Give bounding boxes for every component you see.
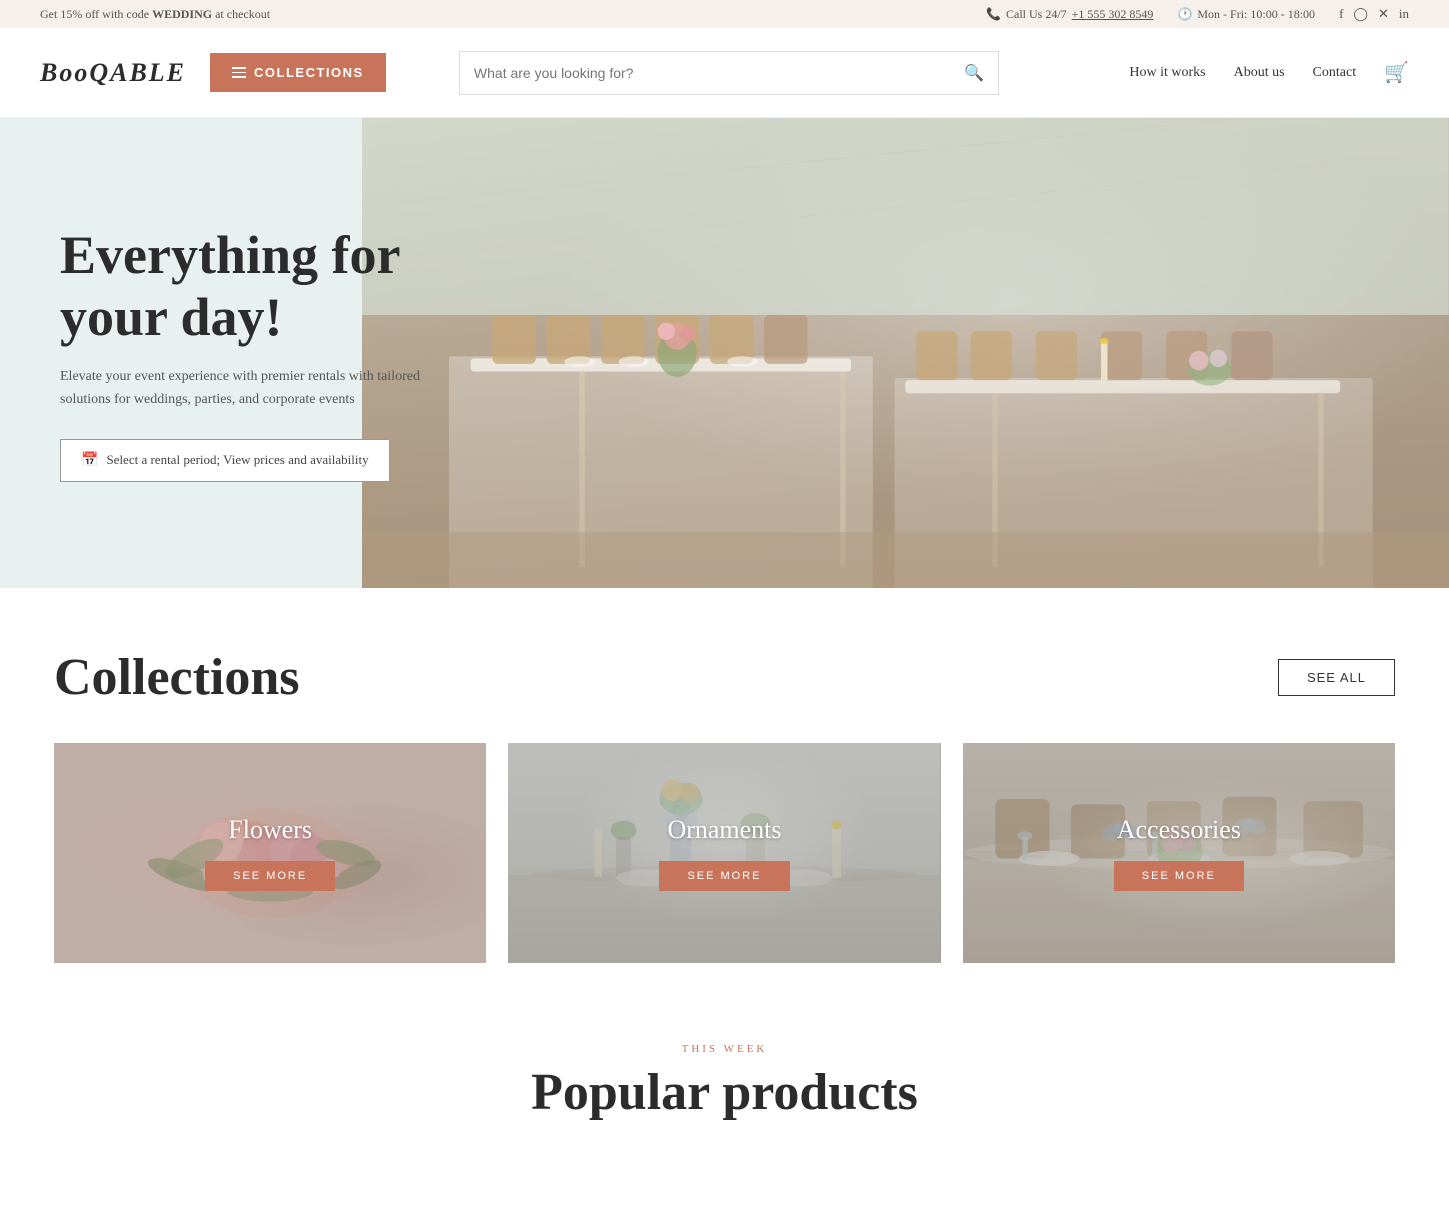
nav-contact[interactable]: Contact	[1313, 65, 1357, 81]
collection-card-ornaments[interactable]: Ornaments SEE MORE	[508, 743, 940, 963]
hero-subtitle: Elevate your event experience with premi…	[60, 366, 420, 411]
collections-section: Collections SEE ALL	[0, 588, 1449, 1003]
hero-scene-svg	[362, 118, 1449, 588]
cart-icon[interactable]: 🛒	[1384, 60, 1409, 85]
hero-cta-button[interactable]: 📅 Select a rental period; View prices an…	[60, 439, 390, 482]
collections-title: Collections	[54, 648, 300, 707]
search-icon: 🔍	[964, 65, 984, 82]
collection-card-flowers[interactable]: Flowers SEE MORE	[54, 743, 486, 963]
this-week-section: THIS WEEK Popular products	[0, 1003, 1449, 1142]
card-ornaments-overlay: Ornaments SEE MORE	[508, 743, 940, 963]
burger-icon	[232, 67, 246, 78]
search-input[interactable]	[474, 65, 964, 81]
hero-section: Everything for your day! Elevate your ev…	[0, 118, 1449, 588]
top-bar-right: 📞 Call Us 24/7 +1 555 302 8549 🕐 Mon - F…	[986, 6, 1409, 22]
hours-info: 🕐 Mon - Fri: 10:00 - 18:00	[1177, 7, 1315, 22]
card-flowers-name: Flowers	[228, 815, 312, 845]
card-accessories-name: Accessories	[1117, 815, 1241, 845]
phone-info: 📞 Call Us 24/7 +1 555 302 8549	[986, 7, 1153, 22]
logo[interactable]: BooQABLE	[40, 58, 186, 88]
search-button[interactable]: 🔍	[964, 63, 984, 83]
linkedin-icon[interactable]: in	[1399, 6, 1409, 22]
this-week-title: Popular products	[54, 1063, 1395, 1122]
nav-how-it-works[interactable]: How it works	[1129, 65, 1205, 81]
facebook-icon[interactable]: f	[1339, 6, 1343, 22]
collection-card-accessories[interactable]: Accessories SEE MORE	[963, 743, 1395, 963]
hero-content: Everything for your day! Elevate your ev…	[0, 224, 480, 482]
clock-icon: 🕐	[1177, 7, 1192, 22]
instagram-icon[interactable]: ◯	[1353, 6, 1368, 22]
card-ornaments-see-more[interactable]: SEE MORE	[659, 861, 789, 891]
see-all-button[interactable]: SEE ALL	[1278, 659, 1395, 696]
hero-title: Everything for your day!	[60, 224, 420, 348]
phone-icon: 📞	[986, 7, 1001, 22]
card-ornaments-name: Ornaments	[667, 815, 781, 845]
collection-cards: Flowers SEE MORE	[54, 743, 1395, 963]
this-week-label: THIS WEEK	[54, 1043, 1395, 1055]
header: BooQABLE COLLECTIONS 🔍 How it works Abou…	[0, 28, 1449, 118]
card-flowers-overlay: Flowers SEE MORE	[54, 743, 486, 963]
nav-about-us[interactable]: About us	[1234, 65, 1285, 81]
promo-text: Get 15% off with code WEDDING at checkou…	[40, 7, 270, 22]
x-icon[interactable]: ✕	[1378, 6, 1389, 22]
card-flowers-see-more[interactable]: SEE MORE	[205, 861, 335, 891]
collections-button[interactable]: COLLECTIONS	[210, 53, 386, 92]
phone-number[interactable]: +1 555 302 8549	[1072, 7, 1154, 22]
nav-links: How it works About us Contact 🛒	[1129, 60, 1409, 85]
search-bar: 🔍	[459, 51, 999, 95]
card-accessories-see-more[interactable]: SEE MORE	[1114, 861, 1244, 891]
top-bar: Get 15% off with code WEDDING at checkou…	[0, 0, 1449, 28]
collections-header: Collections SEE ALL	[54, 648, 1395, 707]
calendar-icon: 📅	[81, 452, 98, 469]
social-icons: f ◯ ✕ in	[1339, 6, 1409, 22]
hero-background-image	[362, 118, 1449, 588]
card-accessories-overlay: Accessories SEE MORE	[963, 743, 1395, 963]
